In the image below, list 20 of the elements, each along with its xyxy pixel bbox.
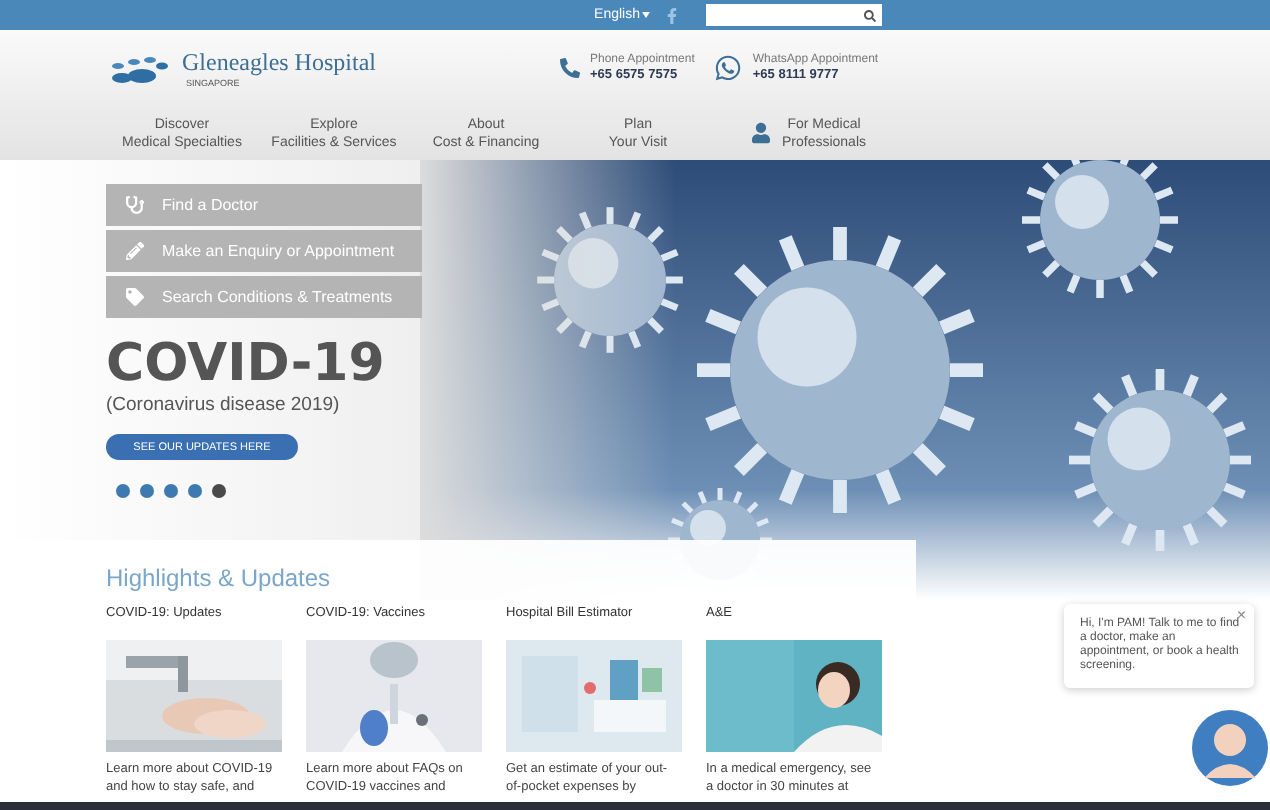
- section-heading: Highlights & Updates: [106, 564, 333, 592]
- hero-subtitle: (Coronavirus disease 2019): [106, 394, 342, 416]
- caret-icon[interactable]: [642, 12, 650, 18]
- hero-title: COVID-19: [106, 334, 387, 394]
- tag-icon: [125, 288, 143, 306]
- whatsapp-icon: [714, 54, 743, 82]
- close-button[interactable]: ×: [1236, 606, 1246, 624]
- carousel-dot[interactable]: [116, 484, 130, 498]
- pencil-icon: [125, 242, 143, 260]
- carousel-dot[interactable]: [212, 484, 226, 498]
- carousel-dot[interactable]: [140, 484, 154, 498]
- phone-icon: [560, 58, 580, 78]
- brand-name[interactable]: Gleneagles Hospital: [182, 48, 376, 78]
- search-icon[interactable]: [864, 9, 876, 21]
- carousel-dot[interactable]: [188, 484, 202, 498]
- carousel-dot[interactable]: [164, 484, 178, 498]
- person-icon: [751, 122, 770, 144]
- search-field[interactable]: [706, 4, 882, 26]
- chat-avatar-icon[interactable]: [1192, 710, 1268, 786]
- stethoscope-icon: [125, 196, 143, 214]
